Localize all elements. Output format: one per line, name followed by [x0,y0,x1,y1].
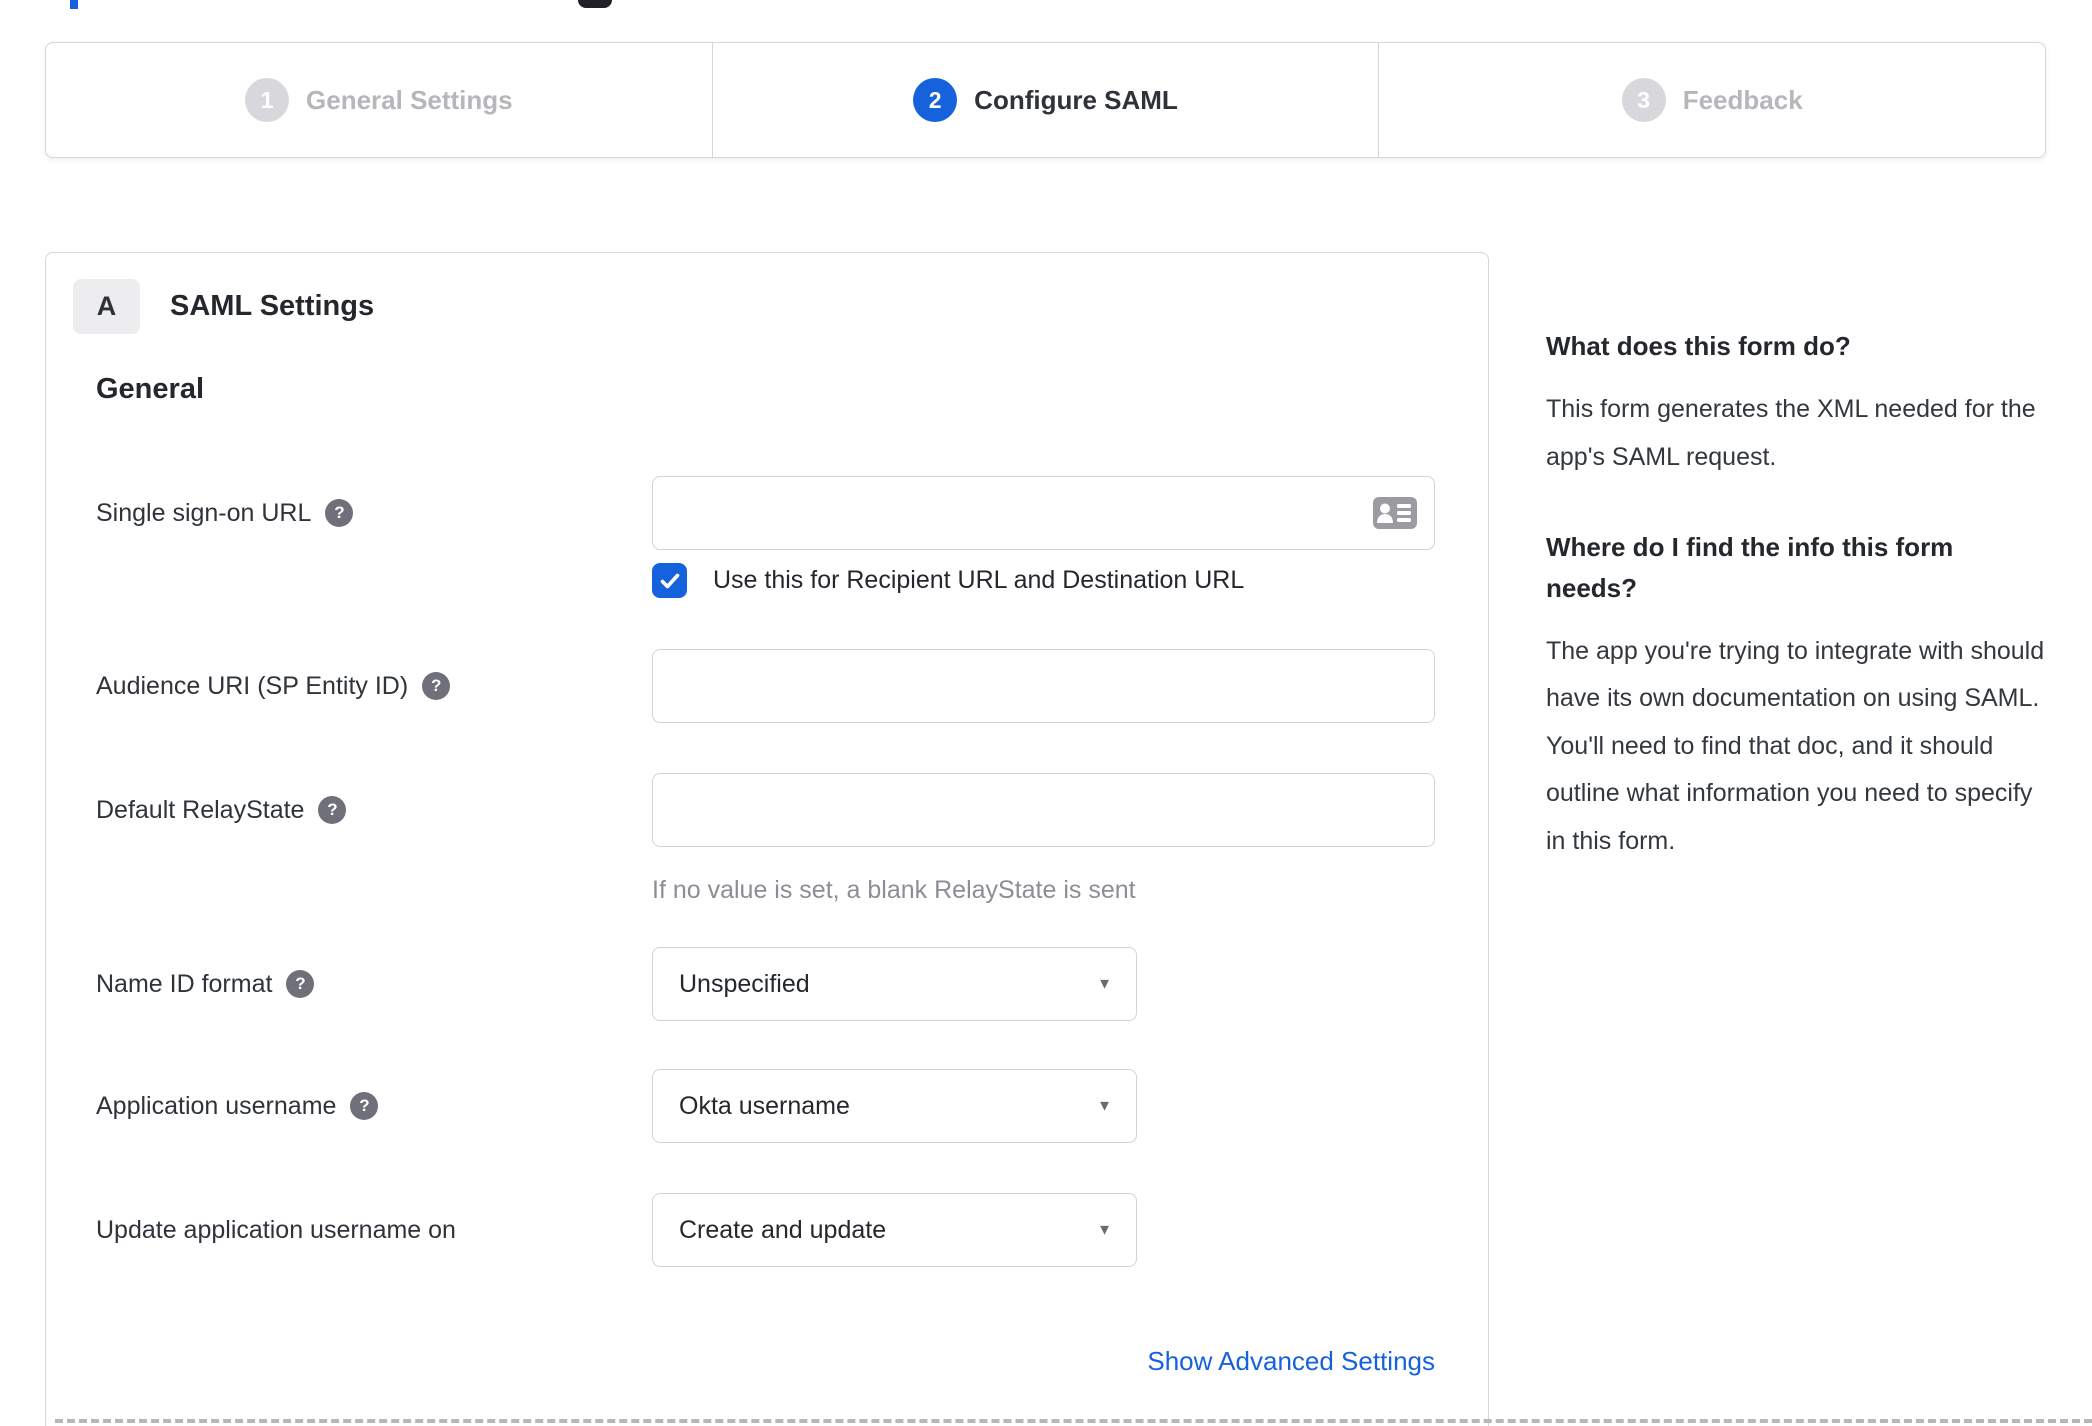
sidebar-body-where: The app you're trying to integrate with … [1546,636,2045,855]
default-relaystate-input[interactable] [653,774,1434,846]
section-title: SAML Settings [170,290,375,322]
sso-url-label: Single sign-on URL [96,498,312,527]
general-group-heading: General [96,373,204,405]
checkmark-icon [660,573,679,588]
step-label: Configure SAML [974,84,1178,115]
step-configure-saml[interactable]: 2 Configure SAML [711,43,1379,157]
update-username-label-wrap: Update application username on [96,1216,652,1245]
relay-state-row: Default RelayState ? [96,773,1435,847]
step-feedback[interactable]: 3 Feedback [1378,43,2045,157]
sidebar-body-what: This form generates the XML needed for t… [1546,395,2036,471]
clipped-blue-fragment [70,0,78,9]
step-general-settings[interactable]: 1 General Settings [46,43,712,157]
name-id-format-label-wrap: Name ID format ? [96,970,652,999]
help-icon[interactable]: ? [350,1092,379,1120]
relay-state-label: Default RelayState [96,795,305,824]
update-username-select[interactable]: Create and update ▼ [652,1193,1137,1267]
application-username-value: Okta username [679,1091,850,1120]
name-id-format-value: Unspecified [679,969,810,998]
relay-state-label-wrap: Default RelayState ? [96,796,652,825]
help-sidebar: What does this form do? This form genera… [1546,326,2051,911]
contact-card-icon[interactable] [1372,496,1418,530]
help-icon[interactable]: ? [325,499,354,527]
help-icon[interactable]: ? [318,796,347,824]
step-number-badge: 3 [1621,78,1666,122]
name-id-format-label: Name ID format [96,969,273,998]
application-username-row: Application username ? Okta username ▼ [96,1069,1137,1143]
step-number-badge: 2 [913,78,958,122]
use-for-recipient-checkbox[interactable] [652,563,687,598]
sso-url-field [652,476,1435,550]
audience-uri-row: Audience URI (SP Entity ID) ? [96,649,1435,723]
relay-state-hint: If no value is set, a blank RelayState i… [652,876,1136,904]
saml-wizard-screen: 1 General Settings 2 Configure SAML 3 Fe… [0,0,2092,1426]
dropdown-caret-icon: ▼ [1097,975,1112,993]
audience-uri-label: Audience URI (SP Entity ID) [96,671,409,700]
audience-uri-field [652,649,1435,723]
update-username-row: Update application username on Create an… [96,1193,1137,1267]
relay-state-field [652,773,1435,847]
update-username-label: Update application username on [96,1215,456,1244]
dropdown-caret-icon: ▼ [1097,1097,1112,1115]
sidebar-heading-where: Where do I find the info this form needs… [1546,532,1954,603]
clipped-dark-fragment [578,0,612,8]
wizard-stepper: 1 General Settings 2 Configure SAML 3 Fe… [45,42,2046,158]
audience-uri-label-wrap: Audience URI (SP Entity ID) ? [96,672,652,701]
sidebar-heading-what: What does this form do? [1546,331,1851,361]
application-username-select[interactable]: Okta username ▼ [652,1069,1137,1143]
sso-url-row: Single sign-on URL ? [96,476,1435,550]
name-id-format-row: Name ID format ? Unspecified ▼ [96,947,1137,1021]
update-username-value: Create and update [679,1215,887,1244]
help-icon[interactable]: ? [286,970,315,998]
application-username-label: Application username [96,1091,337,1120]
application-username-label-wrap: Application username ? [96,1092,652,1121]
name-id-format-select[interactable]: Unspecified ▼ [652,947,1137,1021]
show-advanced-settings-link[interactable]: Show Advanced Settings [652,1346,1435,1377]
recipient-url-checkbox-row: Use this for Recipient URL and Destinati… [652,563,1244,598]
section-a-badge: A [73,279,140,334]
saml-settings-panel: A SAML Settings General Single sign-on U… [45,252,1489,1426]
single-sign-on-url-input[interactable] [653,477,1434,549]
sso-url-label-wrap: Single sign-on URL ? [96,499,652,528]
recipient-url-checkbox-label: Use this for Recipient URL and Destinati… [713,566,1245,594]
dropdown-caret-icon: ▼ [1097,1221,1112,1239]
help-icon[interactable]: ? [422,672,451,700]
bottom-dashed-divider [55,1419,2092,1423]
step-label: General Settings [306,84,513,115]
step-number-badge: 1 [245,78,290,122]
audience-uri-input[interactable] [653,650,1434,722]
step-label: Feedback [1682,84,1803,115]
section-header: A SAML Settings [73,279,374,334]
